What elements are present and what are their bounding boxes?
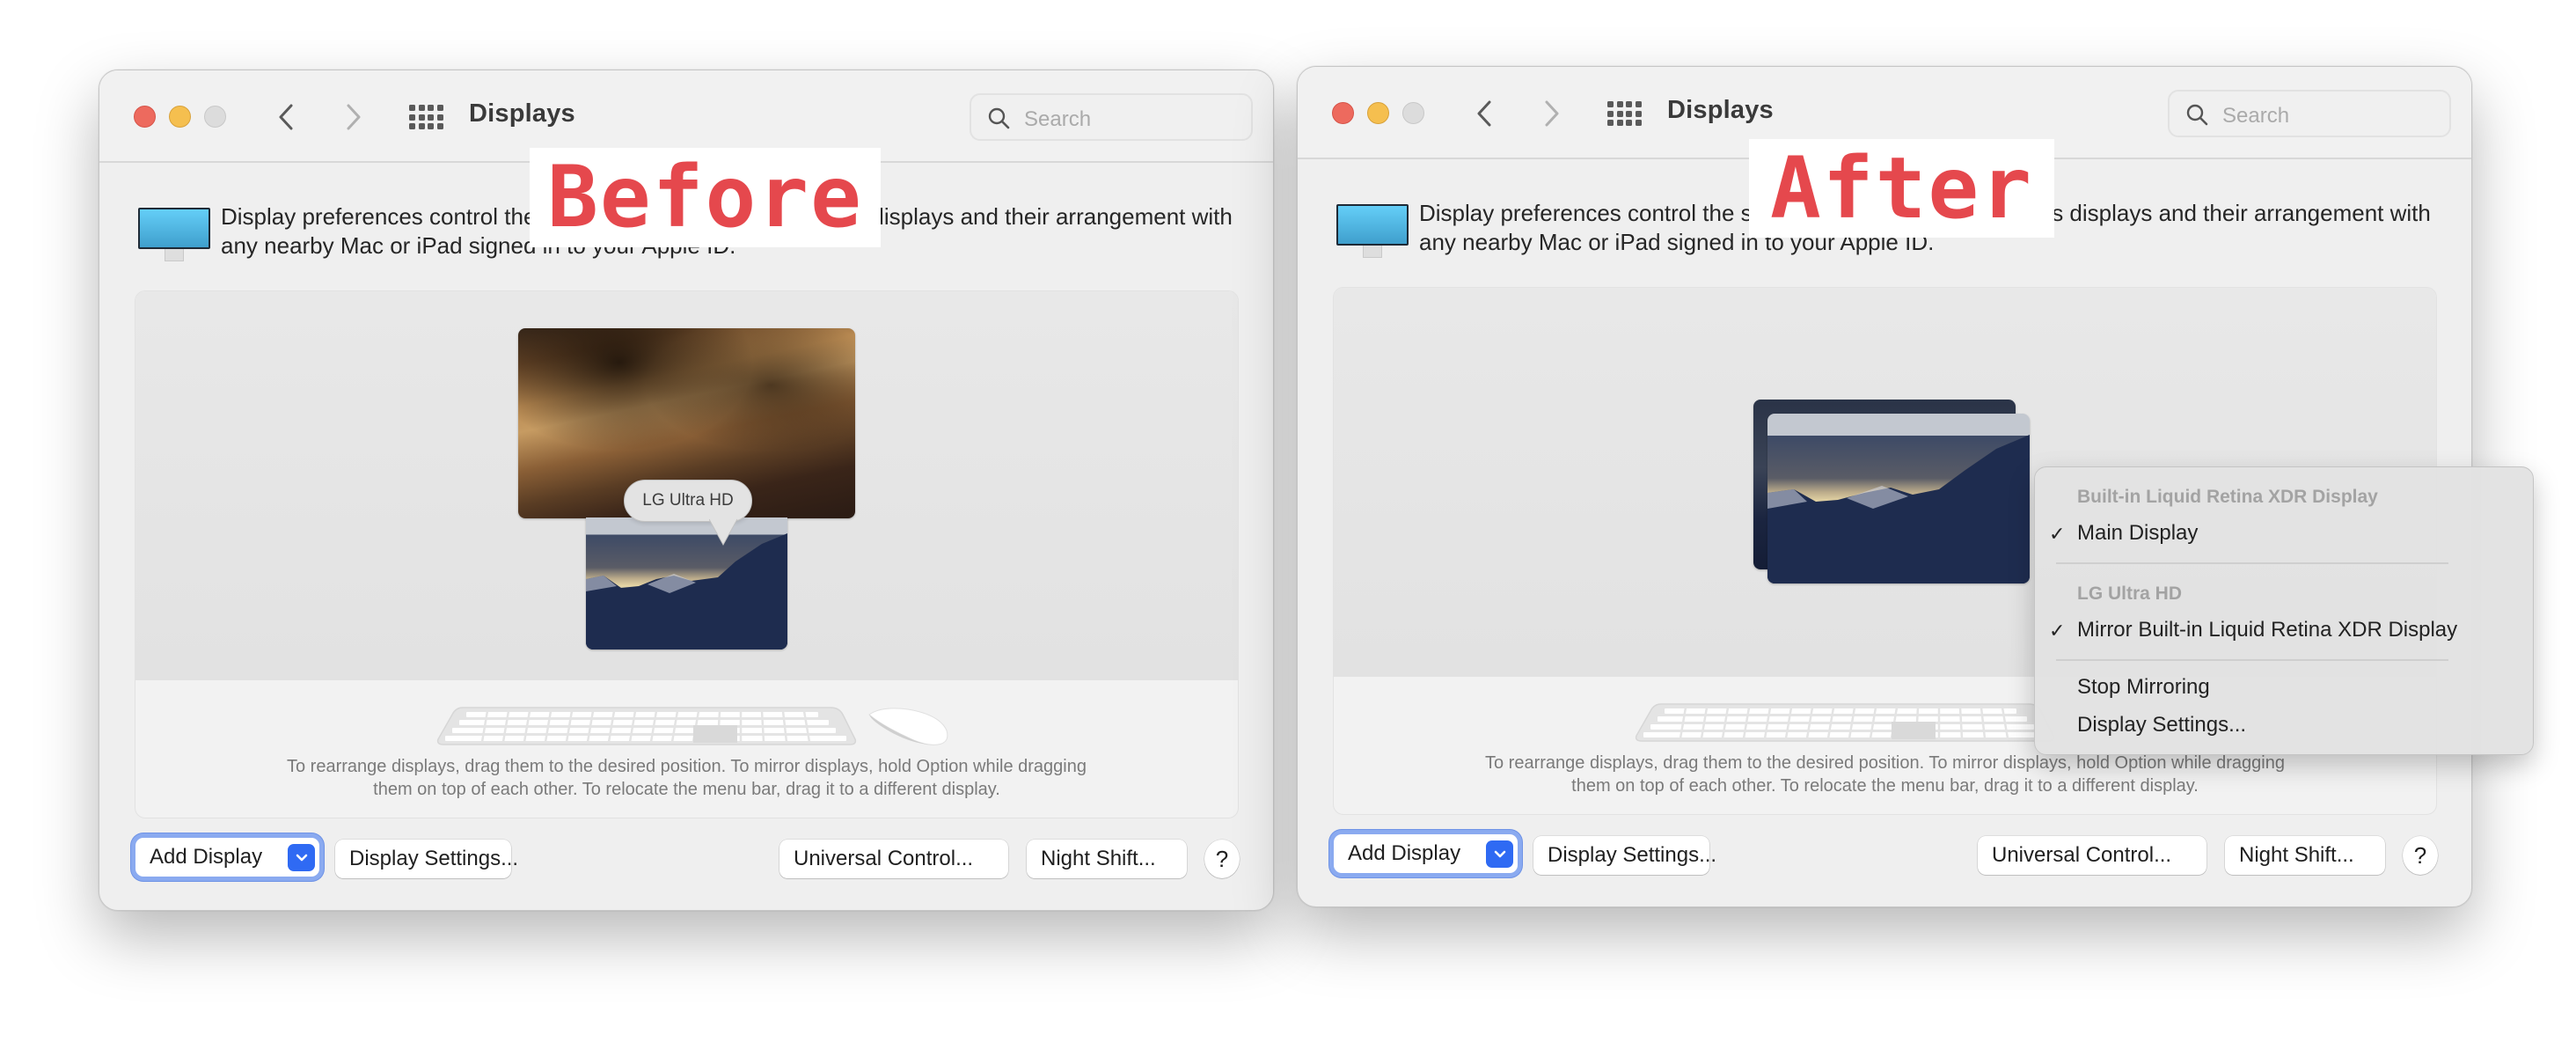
add-display-button[interactable]: Add Display bbox=[135, 838, 319, 877]
menu-section-header-built-in: Built-in Liquid Retina XDR Display bbox=[2077, 487, 2378, 507]
menu-section-header-lg: LG Ultra HD bbox=[2077, 583, 2183, 604]
add-display-button[interactable]: Add Display bbox=[1334, 834, 1518, 873]
close-button[interactable] bbox=[1332, 102, 1354, 124]
show-all-grid-icon[interactable] bbox=[1607, 101, 1642, 126]
search-field[interactable]: Search bbox=[970, 93, 1253, 141]
keyboard-icon bbox=[1635, 703, 2055, 742]
chevron-right-icon bbox=[1545, 100, 1559, 127]
display-settings-button[interactable]: Display Settings... bbox=[1533, 836, 1716, 875]
popup-chevron bbox=[1486, 840, 1513, 868]
mouse-icon bbox=[868, 708, 948, 745]
menu-item-mirror-built-in[interactable]: Mirror Built-in Liquid Retina XDR Displa… bbox=[2077, 618, 2457, 642]
universal-control-button[interactable]: Universal Control... bbox=[1978, 836, 2206, 875]
display-settings-button[interactable]: Display Settings... bbox=[335, 840, 518, 878]
add-display-label: Add Display bbox=[150, 845, 263, 869]
night-shift-button[interactable]: Night Shift... bbox=[2225, 836, 2385, 875]
help-button[interactable]: ? bbox=[2403, 836, 2438, 875]
back-button[interactable] bbox=[270, 99, 302, 135]
minimize-button[interactable] bbox=[1367, 102, 1389, 124]
menu-separator bbox=[2056, 562, 2448, 564]
menu-item-display-settings[interactable]: Display Settings... bbox=[2077, 713, 2246, 737]
search-placeholder: Search bbox=[1024, 107, 1092, 131]
search-placeholder: Search bbox=[2222, 104, 2290, 128]
display-arrangement-panel: LG Ultra HD To rearrange displays, drag … bbox=[135, 290, 1239, 818]
keyboard-icon bbox=[436, 707, 857, 745]
display-preferences-icon bbox=[138, 208, 210, 269]
forward-button[interactable] bbox=[1536, 96, 1568, 131]
hint-line-1: To rearrange displays, drag them to the … bbox=[286, 757, 1087, 776]
close-button[interactable] bbox=[134, 106, 156, 128]
after-annotation-label: After bbox=[1749, 139, 2054, 238]
chevron-down-icon bbox=[296, 854, 307, 861]
hint-line-2: them on top of each other. To relocate t… bbox=[1571, 776, 2199, 796]
chevron-down-icon bbox=[1494, 850, 1505, 857]
mountain-ridge-graphic bbox=[1767, 435, 2030, 583]
window-title: Displays bbox=[469, 99, 575, 128]
chevron-right-icon bbox=[347, 104, 361, 130]
display-built-in[interactable] bbox=[1767, 414, 2030, 583]
checkmark-icon: ✓ bbox=[2049, 620, 2066, 642]
display-built-in[interactable] bbox=[586, 517, 787, 649]
mountain-ridge-graphic bbox=[586, 533, 787, 649]
show-all-grid-icon[interactable] bbox=[409, 105, 443, 129]
chevron-left-icon bbox=[1477, 100, 1491, 127]
zoom-button[interactable] bbox=[204, 106, 226, 128]
arrangement-hint: To rearrange displays, drag them to the … bbox=[135, 755, 1238, 801]
help-button[interactable]: ? bbox=[1204, 840, 1240, 878]
back-button[interactable] bbox=[1468, 96, 1500, 131]
tooltip-pointer bbox=[709, 518, 737, 547]
universal-control-button[interactable]: Universal Control... bbox=[779, 840, 1008, 878]
menu-item-main-display[interactable]: Main Display bbox=[2077, 521, 2198, 546]
window-title: Displays bbox=[1667, 96, 1774, 124]
search-icon bbox=[988, 107, 1010, 129]
display-name-tooltip: LG Ultra HD bbox=[624, 480, 752, 522]
menu-separator bbox=[2056, 659, 2448, 661]
hint-line-2: them on top of each other. To relocate t… bbox=[373, 780, 1000, 799]
add-display-menu: Built-in Liquid Retina XDR Display ✓ Mai… bbox=[2034, 466, 2534, 755]
popup-chevron bbox=[288, 844, 315, 871]
checkmark-icon: ✓ bbox=[2049, 523, 2066, 545]
search-icon bbox=[2186, 104, 2208, 126]
chevron-left-icon bbox=[279, 104, 293, 130]
forward-button[interactable] bbox=[338, 99, 370, 135]
zoom-button[interactable] bbox=[1402, 102, 1424, 124]
menu-item-stop-mirroring[interactable]: Stop Mirroring bbox=[2077, 675, 2210, 700]
search-field[interactable]: Search bbox=[2168, 90, 2451, 137]
add-display-label: Add Display bbox=[1348, 841, 1461, 865]
arrangement-hint: To rearrange displays, drag them to the … bbox=[1334, 752, 2436, 797]
before-annotation-label: Before bbox=[530, 148, 881, 247]
minimize-button[interactable] bbox=[169, 106, 191, 128]
display-preferences-icon bbox=[1336, 204, 1409, 266]
night-shift-button[interactable]: Night Shift... bbox=[1027, 840, 1187, 878]
